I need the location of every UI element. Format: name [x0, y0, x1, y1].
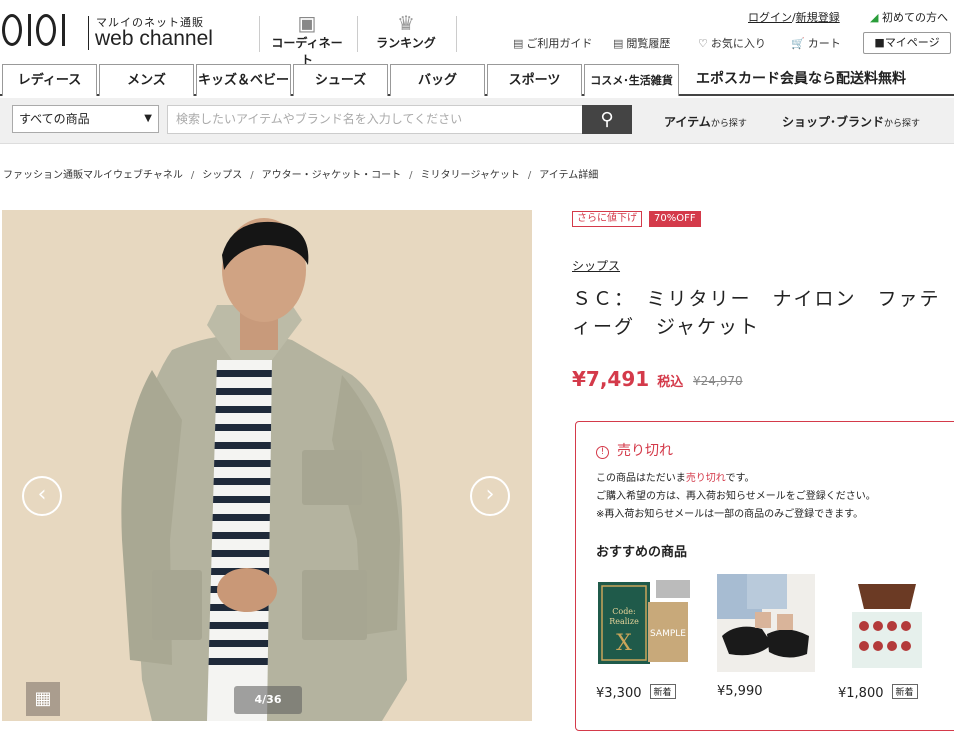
svg-text:SAMPLE: SAMPLE	[650, 629, 686, 639]
login-link[interactable]: ログイン	[748, 11, 792, 24]
svg-text:Code:: Code:	[612, 607, 636, 616]
product-image[interactable]: ‹ › ▦ 4/36	[2, 210, 532, 721]
restock-message: ご購入希望の方は、再入荷お知らせメールをご登録ください。	[596, 491, 876, 502]
auth-links: ログイン/新規登録	[748, 11, 840, 24]
history-link[interactable]: ▤ 閲覧履歴	[613, 35, 670, 51]
tab-cosme[interactable]: コスメ･生活雑貨	[584, 64, 679, 96]
history-icon: ▤	[613, 37, 624, 50]
mypage-button[interactable]: ■マイページ	[863, 32, 951, 54]
chevron-down-icon: ▼	[144, 113, 152, 124]
recommend-item-price[interactable]: ¥3,300 新着	[596, 684, 676, 701]
soldout-message: この商品はただいま売り切れです。	[596, 473, 755, 484]
logo-text: web channel	[95, 27, 213, 50]
user-icon: ■	[874, 36, 885, 49]
tab-mens[interactable]: メンズ	[99, 64, 194, 96]
tax-label: 税込	[657, 375, 684, 390]
breadcrumb-brand[interactable]: シップス	[202, 170, 242, 181]
favorites-link[interactable]: ♡ お気に入り	[698, 35, 766, 51]
recommend-item-image[interactable]: Code: Realize X SAMPLE	[596, 574, 694, 672]
breadcrumb-current: アイテム詳細	[539, 170, 599, 181]
search-button[interactable]: ⚲	[582, 105, 632, 134]
tab-sports[interactable]: スポーツ	[487, 64, 582, 96]
restock-note: ※再入荷お知らせメールは一部の商品のみご登録できます。	[596, 509, 864, 520]
tab-ladies[interactable]: レディース	[2, 64, 97, 96]
chevron-right-icon: ›	[485, 482, 495, 507]
grid-icon: ▦	[34, 688, 52, 709]
chevron-left-icon: ‹	[37, 482, 47, 507]
tab-kids[interactable]: キッズ＆ベビー	[196, 64, 291, 96]
image-counter: 4/36	[234, 686, 302, 714]
heart-icon: ♡	[698, 37, 708, 50]
site-header: マルイのネット通販 web channel ▣ コーディネート ♛ ランキング …	[0, 0, 954, 67]
crown-icon: ♛	[397, 11, 415, 35]
nav-coordinate[interactable]: ▣ コーディネート	[266, 12, 348, 68]
new-tag: 新着	[891, 684, 918, 699]
next-image-button[interactable]: ›	[470, 476, 510, 516]
soldout-panel: ! 売り切れ この商品はただいま売り切れです。 ご購入希望の方は、再入荷お知らせメ…	[575, 421, 954, 731]
category-nav: レディース メンズ キッズ＆ベビー シューズ バッグ スポーツ コスメ･生活雑貨…	[0, 64, 954, 96]
tab-shoes[interactable]: シューズ	[293, 64, 388, 96]
register-link[interactable]: 新規登録	[796, 11, 840, 24]
book-icon: ▤	[513, 37, 524, 50]
category-select[interactable]: すべての商品 ▼	[12, 105, 159, 133]
tab-bags[interactable]: バッグ	[390, 64, 485, 96]
recommend-item-price[interactable]: ¥5,990	[717, 684, 763, 699]
prev-image-button[interactable]: ‹	[22, 476, 62, 516]
beginner-mark-icon: ◢	[870, 11, 879, 24]
alert-icon: !	[596, 446, 609, 459]
breadcrumb-outer[interactable]: アウター・ジャケット・コート	[262, 170, 402, 181]
new-tag: 新着	[649, 684, 676, 699]
model-photo	[2, 210, 532, 721]
original-price: ¥24,970	[693, 374, 743, 388]
product-title: ＳＣ： ミリタリー ナイロン ファティーグ ジャケット	[572, 288, 941, 338]
beginner-link[interactable]: ◢ 初めての方へ	[870, 9, 948, 25]
recommend-heading: おすすめの商品	[596, 545, 688, 560]
cart-link[interactable]: 🛒 カート	[791, 35, 841, 51]
recommend-item-image[interactable]	[838, 574, 936, 672]
search-bar: すべての商品 ▼ 検索したいアイテムやブランド名を入力してください ⚲ アイテムか…	[0, 98, 954, 144]
breadcrumb-home[interactable]: ファッション通販マルイウェブチャネル	[3, 170, 183, 181]
svg-text:X: X	[616, 631, 632, 656]
search-input[interactable]: 検索したいアイテムやブランド名を入力してください	[167, 105, 583, 134]
find-by-item-link[interactable]: アイテムから探す	[664, 113, 747, 130]
shipping-promo[interactable]: エポスカード会員なら配送料無料	[696, 68, 906, 88]
cart-icon: 🛒	[791, 37, 805, 50]
soldout-heading: ! 売り切れ	[596, 440, 673, 460]
camera-icon: ▣	[297, 11, 317, 35]
recommend-item-price[interactable]: ¥1,800 新着	[838, 684, 918, 701]
recommend-item-image[interactable]	[717, 574, 815, 672]
price-down-badge: さらに値下げ	[572, 211, 642, 227]
search-icon: ⚲	[600, 109, 614, 130]
breadcrumb-military[interactable]: ミリタリージャケット	[421, 170, 520, 181]
brand-link[interactable]: シップス	[572, 257, 620, 274]
thumbnail-grid-button[interactable]: ▦	[26, 682, 60, 716]
discount-badge: 70%OFF	[649, 211, 701, 227]
guide-link[interactable]: ▤ ご利用ガイド	[513, 35, 592, 51]
nav-ranking[interactable]: ♛ ランキング	[367, 12, 445, 51]
svg-text:Realize: Realize	[609, 617, 639, 626]
breadcrumb: ファッション通販マルイウェブチャネル / シップス / アウター・ジャケット・コート / ミ…	[3, 170, 599, 181]
sale-price: ¥7,491 税込	[572, 367, 684, 391]
find-by-shop-link[interactable]: ショップ･ブランドから探す	[782, 113, 920, 130]
